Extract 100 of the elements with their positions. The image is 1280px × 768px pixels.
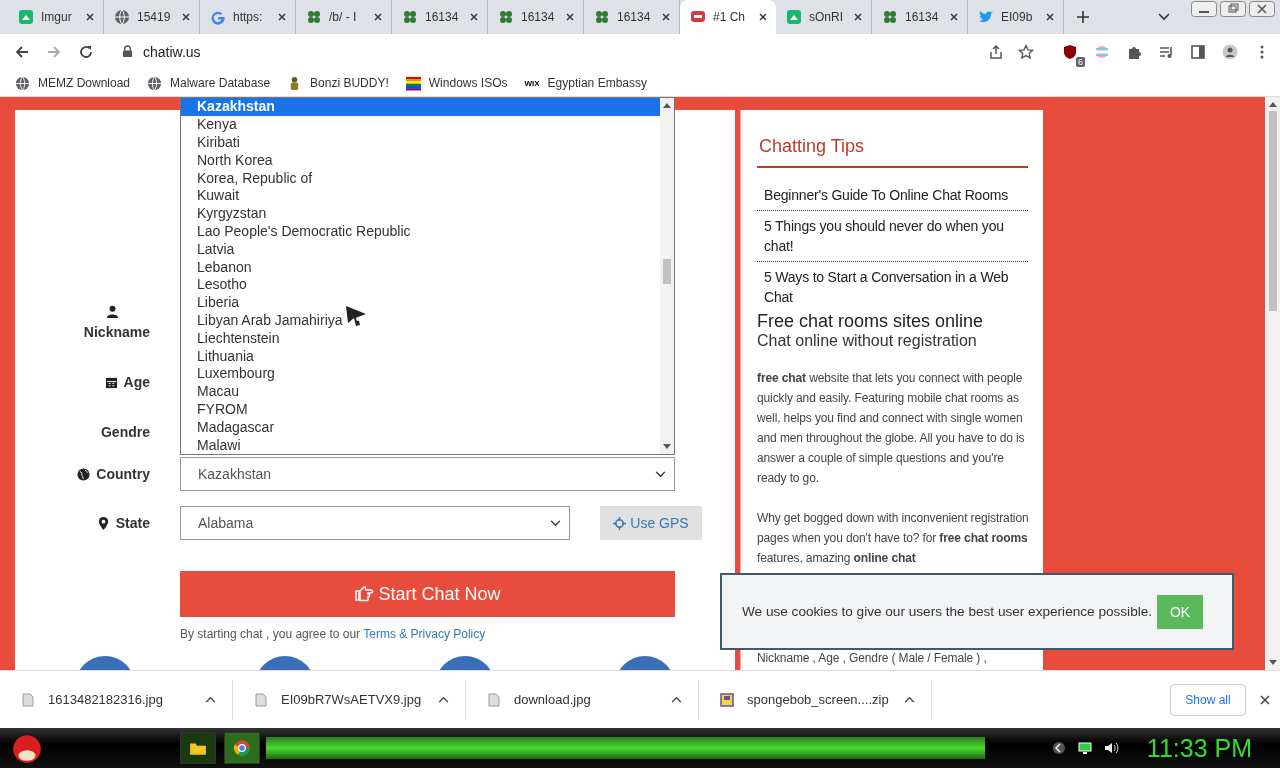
- image-icon: [18, 9, 34, 25]
- archive-icon: [719, 691, 735, 708]
- tip-link[interactable]: 5 Things you should never do when you chat!: [757, 211, 1028, 263]
- field-label: Age: [123, 374, 150, 391]
- calendar-icon: [104, 376, 118, 389]
- tab-title: /b/ - I: [329, 10, 358, 24]
- country-option[interactable]: Madagascar: [181, 418, 660, 437]
- reload-icon[interactable]: [78, 43, 94, 60]
- download-item[interactable]: spongebob_screen....zip: [699, 679, 932, 720]
- volume-icon[interactable]: [1102, 740, 1119, 756]
- browser-icon: [233, 739, 251, 757]
- tip-link[interactable]: 5 Ways to Start a Conversation in a Web Chat: [757, 262, 1028, 308]
- extension-button[interactable]: 6: [1062, 43, 1085, 67]
- bookmark[interactable]: MEMZ Download: [15, 75, 131, 91]
- chevron-up-icon[interactable]: [904, 696, 915, 704]
- country-select[interactable]: Kazakhstan: [180, 457, 675, 492]
- close-icon[interactable]: [661, 12, 671, 22]
- crosshair-icon: [613, 517, 627, 530]
- bookmark[interactable]: Bonzi BUDDY!: [287, 75, 389, 91]
- terms-link[interactable]: Terms & Privacy Policy: [363, 627, 486, 642]
- close-icon[interactable]: [758, 12, 768, 22]
- url-text: chatiw.us: [143, 43, 201, 60]
- show-all-button[interactable]: Show all: [1170, 683, 1246, 716]
- bird-icon: [978, 9, 994, 25]
- country-option[interactable]: Lebanon: [181, 258, 660, 277]
- country-option[interactable]: Lao People's Democratic Republic: [181, 223, 660, 241]
- close-icon[interactable]: [85, 12, 95, 22]
- start-chat-button[interactable]: Start Chat Now: [180, 571, 675, 618]
- file-icon: [20, 691, 36, 708]
- tip-link[interactable]: Beginner's Guide To Online Chat Rooms: [757, 180, 1028, 212]
- field-label: Gendre: [101, 424, 150, 441]
- close-icon[interactable]: [1248, 1, 1276, 17]
- country-option[interactable]: Malawi: [181, 436, 660, 455]
- close-icon[interactable]: [469, 12, 479, 22]
- sidebar-paragraph: free chat website that lets you connect with people quickly and easily. Featuring mobile chat rooms as well, helps you find and connect with single women and men throughout the globe. All you have to do is answer a couple of simple questions and you're ready to go.: [757, 370, 1026, 488]
- scroll-up-icon[interactable]: [1268, 101, 1277, 108]
- chevron-down-icon[interactable]: [1158, 13, 1170, 21]
- share-icon[interactable]: [988, 43, 1004, 60]
- use-gps-button[interactable]: Use GPS: [600, 506, 702, 541]
- download-item[interactable]: EI09bR7WsAETVX9.jpg: [233, 679, 466, 720]
- bookmark[interactable]: Malware Database: [147, 75, 271, 91]
- sidebar-title: Chatting Tips: [757, 132, 1028, 169]
- close-icon[interactable]: [277, 12, 287, 22]
- close-icon[interactable]: [565, 12, 575, 22]
- close-icon[interactable]: [1260, 694, 1270, 705]
- close-icon[interactable]: [1045, 12, 1055, 22]
- chevron-up-icon[interactable]: [205, 696, 216, 704]
- tab-title: Imgur: [41, 10, 73, 24]
- tab-title: 16134: [617, 10, 652, 24]
- profile-icon[interactable]: [1222, 43, 1238, 60]
- tab-title: https:: [233, 10, 264, 24]
- scrollbar-thumb[interactable]: [663, 259, 671, 285]
- back-icon[interactable]: [14, 43, 30, 60]
- close-icon[interactable]: [949, 12, 959, 22]
- close-icon[interactable]: [373, 12, 383, 22]
- country-option[interactable]: North Korea: [181, 151, 660, 170]
- country-option[interactable]: Kuwait: [181, 187, 660, 206]
- country-option[interactable]: Kyrgyzstan: [181, 205, 660, 224]
- country-option[interactable]: FYROM: [181, 401, 660, 419]
- country-option[interactable]: Macau: [181, 383, 660, 402]
- new-tab-icon[interactable]: [1076, 10, 1090, 24]
- close-icon[interactable]: [181, 12, 191, 22]
- tray-icon[interactable]: [1050, 740, 1067, 756]
- globe-icon: [15, 75, 30, 91]
- country-option[interactable]: Latvia: [181, 240, 660, 259]
- country-option[interactable]: Kiribati: [181, 134, 660, 152]
- clover-icon: [594, 9, 610, 25]
- download-item[interactable]: download.jpg: [466, 679, 699, 720]
- cookie-text: We use cookies to give our users the best user experience possible.: [742, 604, 1153, 620]
- country-option[interactable]: Kazakhstan: [181, 98, 660, 117]
- taskbar-button[interactable]: [180, 732, 216, 764]
- state-select[interactable]: Alabama: [180, 506, 570, 541]
- country-option[interactable]: Lithuania: [181, 347, 660, 366]
- clover-icon: [882, 9, 898, 25]
- field-label: State: [115, 515, 150, 532]
- star-icon[interactable]: [1018, 43, 1034, 60]
- minimize-icon[interactable]: [1190, 1, 1218, 17]
- network-icon[interactable]: [1076, 740, 1093, 756]
- country-option[interactable]: Kenya: [181, 116, 660, 135]
- scroll-down-icon[interactable]: [663, 444, 671, 451]
- bookmark[interactable]: WIX Egyptian Embassy: [524, 76, 647, 91]
- chevron-up-icon[interactable]: [438, 696, 449, 704]
- country-option[interactable]: Lesotho: [181, 276, 660, 295]
- pointing-hand-icon: [354, 586, 375, 603]
- country-option[interactable]: Liberia: [181, 294, 660, 313]
- scroll-down-icon[interactable]: [1268, 660, 1277, 667]
- country-option[interactable]: Liechtenstein: [181, 329, 660, 348]
- side-panel-icon[interactable]: [1190, 43, 1206, 60]
- bookmark[interactable]: Windows ISOs: [405, 75, 508, 91]
- close-icon[interactable]: [853, 12, 863, 22]
- download-item[interactable]: 1613482182316.jpg: [0, 679, 233, 720]
- globe-icon: [77, 468, 91, 481]
- taskbar-button[interactable]: [224, 732, 260, 764]
- country-option[interactable]: Korea, Republic of: [181, 169, 660, 188]
- browser-tab[interactable]: #1 Ch: [680, 0, 776, 34]
- country-option[interactable]: Luxembourg: [181, 365, 660, 384]
- scrollbar-thumb[interactable]: [1268, 111, 1277, 312]
- restore-icon[interactable]: [1219, 1, 1247, 17]
- country-option[interactable]: Libyan Arab Jamahiriya: [181, 312, 660, 330]
- chevron-up-icon[interactable]: [671, 696, 682, 704]
